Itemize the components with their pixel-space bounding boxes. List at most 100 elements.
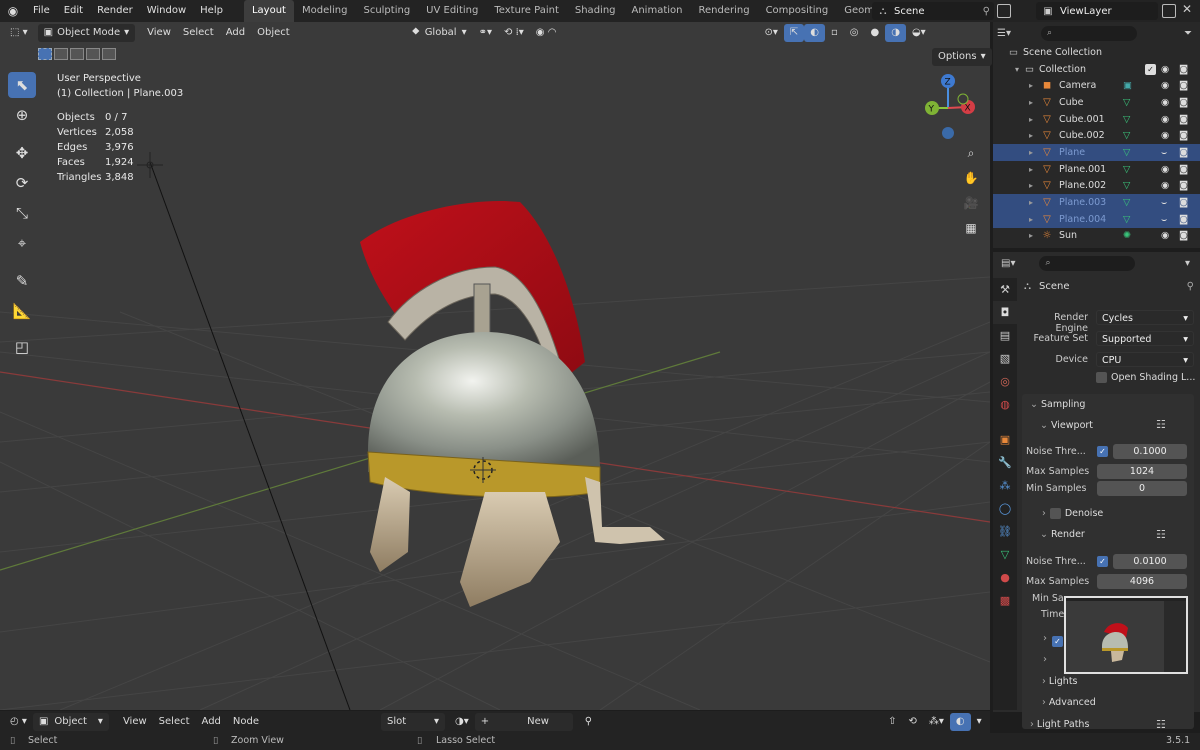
scale-tool[interactable]: ⤡: [8, 200, 36, 226]
expand-arrow-icon[interactable]: ▸: [1029, 181, 1041, 190]
editor-type-button[interactable]: ◴ ▾: [4, 713, 33, 731]
menu-select[interactable]: Select: [177, 24, 220, 42]
chevron-down-icon[interactable]: ▾: [971, 713, 988, 731]
expand-arrow-icon[interactable]: ▸: [1029, 165, 1041, 174]
mode-dropdown[interactable]: ▣ Object Mode ▾: [37, 24, 136, 42]
render-engine-dropdown[interactable]: Cycles ▾: [1096, 310, 1194, 325]
constraints-tab-icon[interactable]: ⛓: [993, 520, 1017, 543]
object-tab-icon[interactable]: ▣: [993, 428, 1017, 451]
camera-render-icon[interactable]: ◙: [1179, 130, 1188, 141]
overlay-toggle-icon[interactable]: ◐: [949, 713, 971, 731]
viewport-subpanel-header[interactable]: ⌄ Viewport: [1040, 420, 1093, 431]
eye-closed-icon[interactable]: ⌣: [1161, 197, 1167, 208]
open-shading-checkbox[interactable]: [1096, 372, 1107, 383]
zoom-icon[interactable]: ⌕: [960, 142, 982, 164]
pin-icon[interactable]: ⚲: [579, 713, 598, 731]
menu-select[interactable]: Select: [153, 713, 196, 731]
proportional-edit-icon[interactable]: ◉ ◠: [530, 24, 563, 42]
modifier-tab-icon[interactable]: 🔧: [993, 451, 1017, 474]
overlay-toggle-icon[interactable]: ◐: [804, 24, 825, 42]
gizmo-toggle-icon[interactable]: ⇱: [783, 24, 805, 42]
viewport-noise-checkbox[interactable]: ✓: [1097, 446, 1108, 457]
select-new-icon[interactable]: [38, 48, 52, 60]
camera-render-icon[interactable]: ◙: [1179, 80, 1188, 91]
select-invert-icon[interactable]: [86, 48, 100, 60]
pin-icon[interactable]: ⚲: [983, 6, 990, 17]
eye-icon[interactable]: ◉: [1161, 230, 1169, 241]
mesh-data-icon[interactable]: ▽: [1123, 114, 1130, 125]
tab-texture-paint[interactable]: Texture Paint: [486, 0, 567, 22]
properties-search[interactable]: ⌕: [1039, 255, 1136, 271]
camera-render-icon[interactable]: ◙: [1179, 64, 1188, 75]
expand-arrow-icon[interactable]: ▾: [1015, 65, 1025, 74]
menu-edit[interactable]: Edit: [57, 0, 90, 22]
sampling-header[interactable]: ⌄ Sampling: [1030, 399, 1085, 410]
light-paths-presets-icon[interactable]: ☷: [1156, 718, 1166, 731]
render-noise-checkbox[interactable]: ✓: [1097, 556, 1108, 567]
light-paths-header[interactable]: › Light Paths: [1030, 719, 1089, 730]
properties-type-icon[interactable]: ▤▾: [1001, 258, 1015, 269]
menu-add[interactable]: Add: [196, 713, 227, 731]
sun-data-icon[interactable]: ✺: [1123, 230, 1131, 241]
pan-hand-icon[interactable]: ✋: [960, 167, 982, 189]
mesh-data-icon[interactable]: ▽: [1123, 180, 1130, 191]
render-max-samples-field[interactable]: 4096: [1097, 574, 1187, 589]
view-layer-tab-icon[interactable]: ▧: [993, 347, 1017, 370]
expand-arrow-icon[interactable]: ▸: [1029, 115, 1041, 124]
camera-render-icon[interactable]: ◙: [1179, 180, 1188, 191]
viewport-noise-field[interactable]: 0.1000: [1113, 444, 1187, 459]
render-subpanel-header[interactable]: ⌄ Render: [1040, 529, 1085, 540]
select-intersect-icon[interactable]: [102, 48, 116, 60]
chevron-down-icon[interactable]: ▾: [1185, 258, 1190, 269]
slot-dropdown[interactable]: Slot ▾: [381, 713, 446, 731]
output-tab-icon[interactable]: ▤: [993, 324, 1017, 347]
open-shading-checkbox-row[interactable]: Open Shading L...: [1096, 372, 1195, 383]
expand-arrow-icon[interactable]: ▸: [1029, 198, 1041, 207]
menu-add[interactable]: Add: [220, 24, 251, 42]
menu-help[interactable]: Help: [193, 0, 230, 22]
move-tool[interactable]: ✥: [8, 140, 36, 166]
pin-icon[interactable]: ⚲: [1187, 281, 1194, 292]
outliner-item-sun[interactable]: ▸ ☼ Sun ✺ ◉ ◙: [993, 228, 1200, 245]
object-dropdown[interactable]: ▣ Object ▾: [32, 713, 109, 731]
eye-icon[interactable]: ◉: [1161, 114, 1169, 125]
tab-shading[interactable]: Shading: [567, 0, 624, 22]
menu-object[interactable]: Object: [251, 24, 296, 42]
particles-tab-icon[interactable]: ⁂: [993, 474, 1017, 497]
cursor-tool[interactable]: ⊕: [8, 102, 36, 128]
eye-icon[interactable]: ◉: [1161, 130, 1169, 141]
add-cube-tool[interactable]: ◰: [8, 334, 36, 360]
eye-icon[interactable]: ◉: [1161, 164, 1169, 175]
mesh-data-icon[interactable]: ▽: [1123, 147, 1130, 158]
outliner-item-cube[interactable]: ▸ ▽ Cube ▽ ◉ ◙: [993, 94, 1200, 111]
chevron-right-icon[interactable]: ›: [1043, 633, 1047, 644]
select-subtract-icon[interactable]: [70, 48, 84, 60]
menu-node[interactable]: Node: [227, 713, 265, 731]
physics-tab-icon[interactable]: ◯: [993, 497, 1017, 520]
menu-view[interactable]: View: [141, 24, 177, 42]
viewport-max-samples-field[interactable]: 1024: [1097, 464, 1187, 479]
advanced-subpanel-header[interactable]: › Advanced: [1042, 697, 1096, 708]
tab-modeling[interactable]: Modeling: [294, 0, 356, 22]
mesh-data-icon[interactable]: ▽: [1123, 164, 1130, 175]
parent-nodes-icon[interactable]: ⇧: [882, 713, 902, 731]
render-noise-field[interactable]: 0.0100: [1113, 554, 1187, 569]
new-viewlayer-icon[interactable]: [1162, 4, 1176, 18]
annotate-tool[interactable]: ✎: [8, 268, 36, 294]
tab-compositing[interactable]: Compositing: [758, 0, 837, 22]
expand-arrow-icon[interactable]: ▸: [1029, 215, 1041, 224]
render-presets-icon[interactable]: ☷: [1156, 528, 1166, 541]
select-extend-icon[interactable]: [54, 48, 68, 60]
menu-view[interactable]: View: [117, 713, 153, 731]
filter-icon[interactable]: ⏷: [1184, 28, 1192, 39]
adaptive-checkbox[interactable]: ✓: [1052, 636, 1063, 647]
material-browse-icon[interactable]: ◑▾: [449, 713, 475, 731]
snap-icon[interactable]: ⟲: [902, 713, 922, 731]
expand-arrow-icon[interactable]: ▸: [1029, 148, 1041, 157]
transform-orientation[interactable]: ⯁ Global ▾: [406, 24, 473, 42]
tab-sculpting[interactable]: Sculpting: [355, 0, 418, 22]
denoise-checkbox[interactable]: [1049, 508, 1061, 519]
scene-collection-row[interactable]: ▭ Scene Collection: [993, 44, 1200, 61]
mesh-data-icon[interactable]: ▽: [1123, 97, 1130, 108]
eye-icon[interactable]: ◉: [1161, 97, 1169, 108]
